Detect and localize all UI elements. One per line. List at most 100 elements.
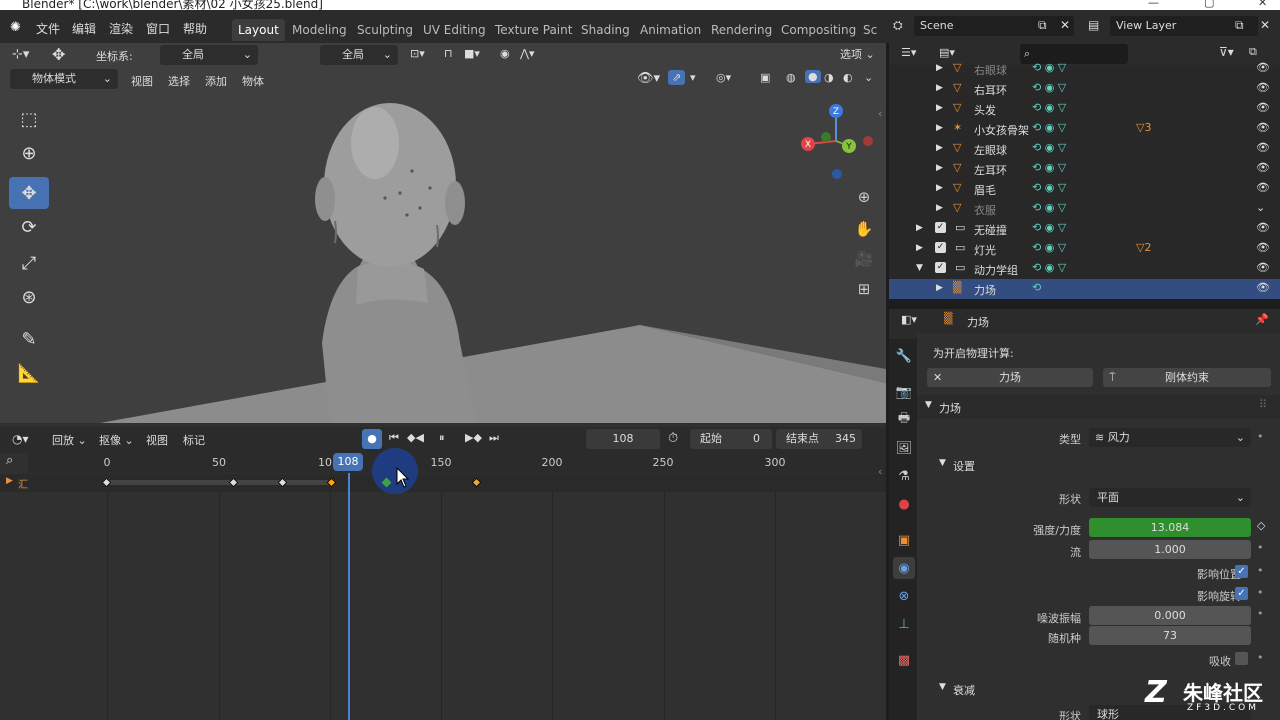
modifier-icons[interactable]: ⟲ ◉ ▽ — [1032, 161, 1066, 174]
affect-rotation-checkbox[interactable]: ✓ — [1235, 587, 1248, 600]
drag-handle-icon[interactable]: ⠿ — [1259, 398, 1267, 411]
properties-editor[interactable]: ◧▾ ▒ 力场 📌 🔧 📷 🖶 🖼 ⚗ ● ▣ ◉ ⊗ ⊥ ▩ 为开启物理计算:… — [889, 309, 1280, 720]
visibility-eye-icon[interactable]: 👁 — [1256, 141, 1270, 154]
modifier-icons[interactable]: ⟲ ◉ ▽ — [1032, 181, 1066, 194]
outliner-row[interactable]: ▶ ▽ 右眼球 ⟲ ◉ ▽ 👁 — [889, 59, 1280, 79]
affect-location-decorator-icon[interactable]: • — [1257, 564, 1264, 577]
move-tool[interactable]: ✥ — [9, 177, 49, 209]
select-box-tool[interactable]: ⬚ — [9, 103, 49, 135]
outliner-row[interactable]: ▶ ▽ 左耳环 ⟲ ◉ ▽ 👁 — [889, 159, 1280, 179]
close-icon[interactable]: ✕ — [1258, 0, 1267, 9]
expand-icon[interactable]: ▼ — [916, 263, 923, 273]
seed-field[interactable]: 73 — [1089, 626, 1251, 645]
menu-window[interactable]: 窗口 — [146, 20, 170, 37]
tab-data-icon[interactable]: ⊥ — [893, 613, 915, 635]
affect-location-checkbox[interactable]: ✓ — [1235, 565, 1248, 578]
outliner-row[interactable]: ▶ ▒ 力场 ⟲ 👁 — [889, 279, 1280, 299]
display-mode-icon[interactable]: ▤▾ — [939, 46, 955, 59]
expand-icon[interactable]: ▶ — [936, 183, 943, 193]
visibility-eye-icon[interactable]: 👁 — [1256, 61, 1270, 74]
exclude-checkbox[interactable]: ✓ — [935, 222, 946, 233]
keyframe-diamond[interactable] — [277, 477, 288, 488]
tab-compositing[interactable]: Compositing — [775, 19, 862, 41]
visibility-eye-icon[interactable]: 👁 — [1256, 241, 1270, 254]
expand-icon[interactable]: ▶ — [916, 243, 923, 253]
expand-icon[interactable]: ▶ — [916, 223, 923, 233]
expand-icon[interactable]: ▶ — [936, 203, 943, 213]
keyframe-diamond[interactable] — [228, 477, 239, 488]
annotate-tool[interactable]: ✎ — [9, 323, 49, 355]
outliner-row[interactable]: ▶ ✓ ▭ 无碰撞 ⟲ ◉ ▽ 👁 — [889, 219, 1280, 239]
forcefield-panel-header[interactable]: ▼ 力场 ⠿ — [917, 395, 1280, 419]
playhead-frame-badge[interactable]: 108 — [333, 453, 363, 471]
tab-texture-icon[interactable]: ▩ — [893, 649, 915, 671]
new-scene-icon[interactable]: ⧉ — [1038, 18, 1047, 33]
rotate-tool[interactable]: ⟳ — [9, 211, 49, 243]
visibility-eye-icon[interactable]: 👁 — [1256, 281, 1270, 294]
scale-tool[interactable]: ⤢ — [9, 247, 49, 279]
scene-selector[interactable]: Scene — [914, 16, 1074, 36]
expand-icon[interactable]: ▶ — [936, 163, 943, 173]
tab-object-icon[interactable]: ▣ — [893, 529, 915, 551]
modifier-icons[interactable]: ⟲ ◉ ▽ — [1032, 101, 1066, 114]
keyframe-diamond[interactable] — [471, 477, 482, 488]
pin-icon[interactable]: 📌 — [1255, 313, 1269, 326]
modifier-icons[interactable]: ⟲ ◉ ▽ — [1032, 121, 1066, 134]
keyframe-diamond[interactable] — [326, 477, 337, 488]
visibility-eye-icon[interactable]: 👁 — [1256, 181, 1270, 194]
tab-view-layer-icon[interactable]: 🖼 — [893, 437, 915, 459]
3d-viewport[interactable]: ⊹▾ ✥ 坐标系: 全局 ⌄ 全局 ⌄ ⊡▾ ⊓ ■▾ ◉ ⋀▾ 选项 ⌄ 物体模式… — [0, 43, 886, 423]
noise-field[interactable]: 0.000 — [1089, 606, 1251, 625]
tab-texture-paint[interactable]: Texture Paint — [489, 19, 578, 41]
tab-rendering[interactable]: Rendering — [705, 19, 778, 41]
outliner-row[interactable]: ▶ ▽ 右耳环 ⟲ ◉ ▽ 👁 — [889, 79, 1280, 99]
exclude-checkbox[interactable]: ✓ — [935, 262, 946, 273]
outliner-row[interactable]: ▶ ▽ 左眼球 ⟲ ◉ ▽ 👁 — [889, 139, 1280, 159]
menu-render[interactable]: 渲染 — [109, 20, 133, 37]
blender-logo-icon[interactable]: ✺ — [10, 20, 21, 35]
flow-field[interactable]: 1.000 — [1089, 540, 1251, 559]
expand-icon[interactable]: ▶ — [936, 63, 943, 73]
modifier-icons[interactable]: ⟲ ◉ ▽ — [1032, 201, 1066, 214]
shape-dropdown[interactable]: 平面 ⌄ — [1089, 488, 1251, 507]
tab-scene-icon[interactable]: ⚗ — [893, 465, 915, 487]
new-collection-icon[interactable]: ⧉ — [1249, 45, 1257, 59]
new-view-layer-icon[interactable]: ⧉ — [1235, 18, 1244, 33]
absorb-checkbox[interactable] — [1235, 652, 1248, 665]
tab-world-icon[interactable]: ● — [893, 493, 915, 515]
properties-editor-type-icon[interactable]: ◧▾ — [901, 313, 917, 326]
tab-modeling[interactable]: Modeling — [286, 19, 353, 41]
expand-icon[interactable]: ▶ — [936, 103, 943, 113]
maximize-icon[interactable]: ▢ — [1204, 0, 1214, 9]
filter-icon[interactable]: ⊽▾ — [1219, 45, 1234, 59]
affect-rotation-decorator-icon[interactable]: • — [1257, 586, 1264, 599]
type-decorator-icon[interactable]: • — [1257, 430, 1264, 443]
strength-field[interactable]: 13.084 — [1089, 518, 1251, 537]
playhead-line[interactable] — [348, 473, 350, 720]
tab-scripting[interactable]: Sc — [857, 19, 883, 41]
menu-file[interactable]: 文件 — [36, 20, 60, 37]
visibility-eye-icon[interactable]: 👁 — [1256, 81, 1270, 94]
minimize-icon[interactable]: — — [1148, 0, 1159, 9]
tab-physics-icon[interactable]: ◉ — [893, 557, 915, 579]
tab-shading[interactable]: Shading — [575, 19, 636, 41]
menu-help[interactable]: 帮助 — [183, 20, 207, 37]
cursor-tool[interactable]: ⊕ — [9, 137, 49, 169]
modifier-icons[interactable]: ⟲ ◉ ▽ — [1032, 261, 1066, 274]
rigidbody-constraint-button[interactable]: ⍑ 刚体约束 — [1103, 368, 1271, 387]
forcefield-button[interactable]: ✕ 力场 — [927, 368, 1093, 387]
transform-tool[interactable]: ⊛ — [9, 281, 49, 313]
visibility-eye-icon[interactable]: 👁 — [1256, 261, 1270, 274]
type-dropdown[interactable]: ≋ 风力 ⌄ — [1089, 428, 1251, 447]
tab-animation[interactable]: Animation — [634, 19, 707, 41]
timeline-editor[interactable]: ◔▾ 回放 ⌄ 抠像 ⌄ 视图 标记 ● ⏮ ◆◀ ⏸ ▶◆ ⏭ 108 ⏱ 起… — [0, 423, 886, 720]
flow-decorator-icon[interactable]: • — [1257, 541, 1264, 554]
tab-constraints-icon[interactable]: ⊗ — [893, 585, 915, 607]
outliner-row[interactable]: ▶ ✶ 小女孩骨架 ⟲ ◉ ▽ ▽3 👁 — [889, 119, 1280, 139]
visibility-eye-icon[interactable]: 👁 — [1256, 101, 1270, 114]
visibility-eye-icon[interactable]: ⌄ — [1256, 201, 1265, 214]
modifier-icons[interactable]: ⟲ ◉ ▽ — [1032, 61, 1066, 74]
tab-uv-editing[interactable]: UV Editing — [417, 19, 492, 41]
outliner[interactable]: ☰▾ ▤▾ ⌕ ⊽▾ ⧉ ▶ ▽ 右眼球 ⟲ ◉ ▽ 👁 ▶ ▽ 右耳环 ⟲ ◉ ▽ 👁 ▶ ▽ 头发 ⟲… — [889, 43, 1280, 299]
remove-scene-icon[interactable]: ✕ — [1060, 18, 1070, 32]
